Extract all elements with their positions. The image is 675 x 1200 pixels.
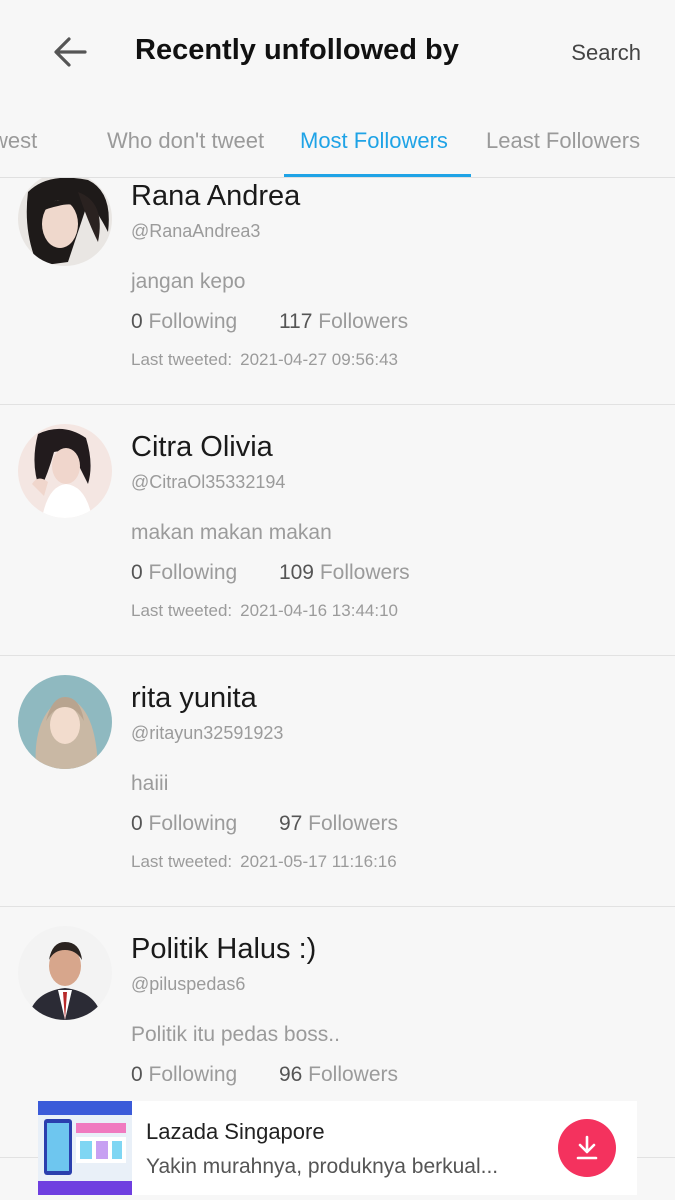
following-count: 0 [131,1063,143,1086]
user-info: Rana Andrea @RanaAndrea3 jangan kepo 0 F… [131,180,655,370]
followers-label: Followers [308,1063,398,1086]
avatar [18,424,112,518]
user-handle: @ritayun32591923 [131,723,284,743]
last-tweeted-time: 2021-05-17 11:16:16 [240,852,397,871]
last-tweeted-label: Last tweeted: [131,601,233,620]
user-stats: 0 Following 96 Followers [131,1063,655,1087]
last-tweeted: Last tweeted: 2021-04-16 13:44:10 [131,601,655,621]
following-count: 0 [131,812,143,835]
user-info: Citra Olivia @CitraOl35332194 makan maka… [131,431,655,621]
avatar [18,926,112,1020]
user-bio: jangan kepo [131,270,246,293]
following-count: 0 [131,310,143,333]
ad-download-button[interactable] [558,1119,616,1177]
page-title: Recently unfollowed by [135,34,459,66]
user-info: rita yunita @ritayun32591923 haiii 0 Fol… [131,682,655,872]
following-label: Following [148,812,238,835]
user-list: Rana Andrea @RanaAndrea3 jangan kepo 0 F… [0,178,675,1200]
ad-banner[interactable]: Lazada Singapore Yakin murahnya, produkn… [38,1101,637,1195]
user-bio: makan makan makan [131,521,332,544]
tab-least-followers[interactable]: Least Followers [486,128,640,154]
user-name: Rana Andrea [131,180,301,212]
avatar [18,178,112,266]
user-bio: Politik itu pedas boss.. [131,1023,340,1046]
followers-count: 109 [278,561,314,584]
last-tweeted-time: 2021-04-27 09:56:43 [240,350,398,369]
followers-count: 117 [278,310,313,333]
list-item[interactable]: rita yunita @ritayun32591923 haiii 0 Fol… [0,656,675,907]
ad-thumbnail [38,1101,132,1195]
ad-title: Lazada Singapore [146,1119,325,1144]
following-label: Following [148,310,238,333]
user-handle: @RanaAndrea3 [131,221,261,241]
followers-count: 96 [278,1063,303,1086]
arrow-left-icon [54,37,87,67]
user-stats: 0 Following 97 Followers [131,812,655,836]
app-header: Recently unfollowed by Search [0,0,675,104]
following-count: 0 [131,561,143,584]
following-label: Following [148,561,238,584]
followers-label: Followers [319,561,410,584]
last-tweeted-label: Last tweeted: [131,852,233,871]
tab-most-followers[interactable]: Most Followers [300,128,448,154]
followers-count: 97 [278,812,303,835]
user-name: Citra Olivia [131,431,273,463]
user-info: Politik Halus :) @piluspedas6 Politik it… [131,933,655,1087]
user-handle: @CitraOl35332194 [131,472,286,492]
user-stats: 0 Following 117 Followers [131,310,655,334]
last-tweeted: Last tweeted: 2021-04-27 09:56:43 [131,350,655,370]
app-screen: Recently unfollowed by Search west Who d… [0,0,675,1200]
tab-who-dont-tweet[interactable]: Who don't tweet [107,128,264,154]
user-name: Politik Halus :) [131,933,317,965]
filter-tabs: west Who don't tweet Most Followers Leas… [0,104,675,178]
avatar [18,675,112,769]
user-bio: haiii [131,772,169,795]
user-stats: 0 Following 109 Followers [131,561,655,585]
user-name: rita yunita [131,682,257,714]
following-label: Following [148,1063,238,1086]
list-item[interactable]: Citra Olivia @CitraOl35332194 makan maka… [0,405,675,656]
last-tweeted-label: Last tweeted: [131,350,233,369]
list-item[interactable]: Rana Andrea @RanaAndrea3 jangan kepo 0 F… [0,178,675,405]
search-button[interactable]: Search [571,40,641,66]
followers-label: Followers [318,310,409,333]
last-tweeted-time: 2021-04-16 13:44:10 [240,601,398,620]
download-icon [576,1135,598,1160]
tab-partial-left[interactable]: west [0,128,37,154]
back-button[interactable] [44,26,96,78]
user-handle: @piluspedas6 [131,974,246,994]
followers-label: Followers [308,812,398,835]
last-tweeted: Last tweeted: 2021-05-17 11:16:16 [131,852,655,872]
ad-description: Yakin murahnya, produknya berkual... [146,1155,499,1178]
